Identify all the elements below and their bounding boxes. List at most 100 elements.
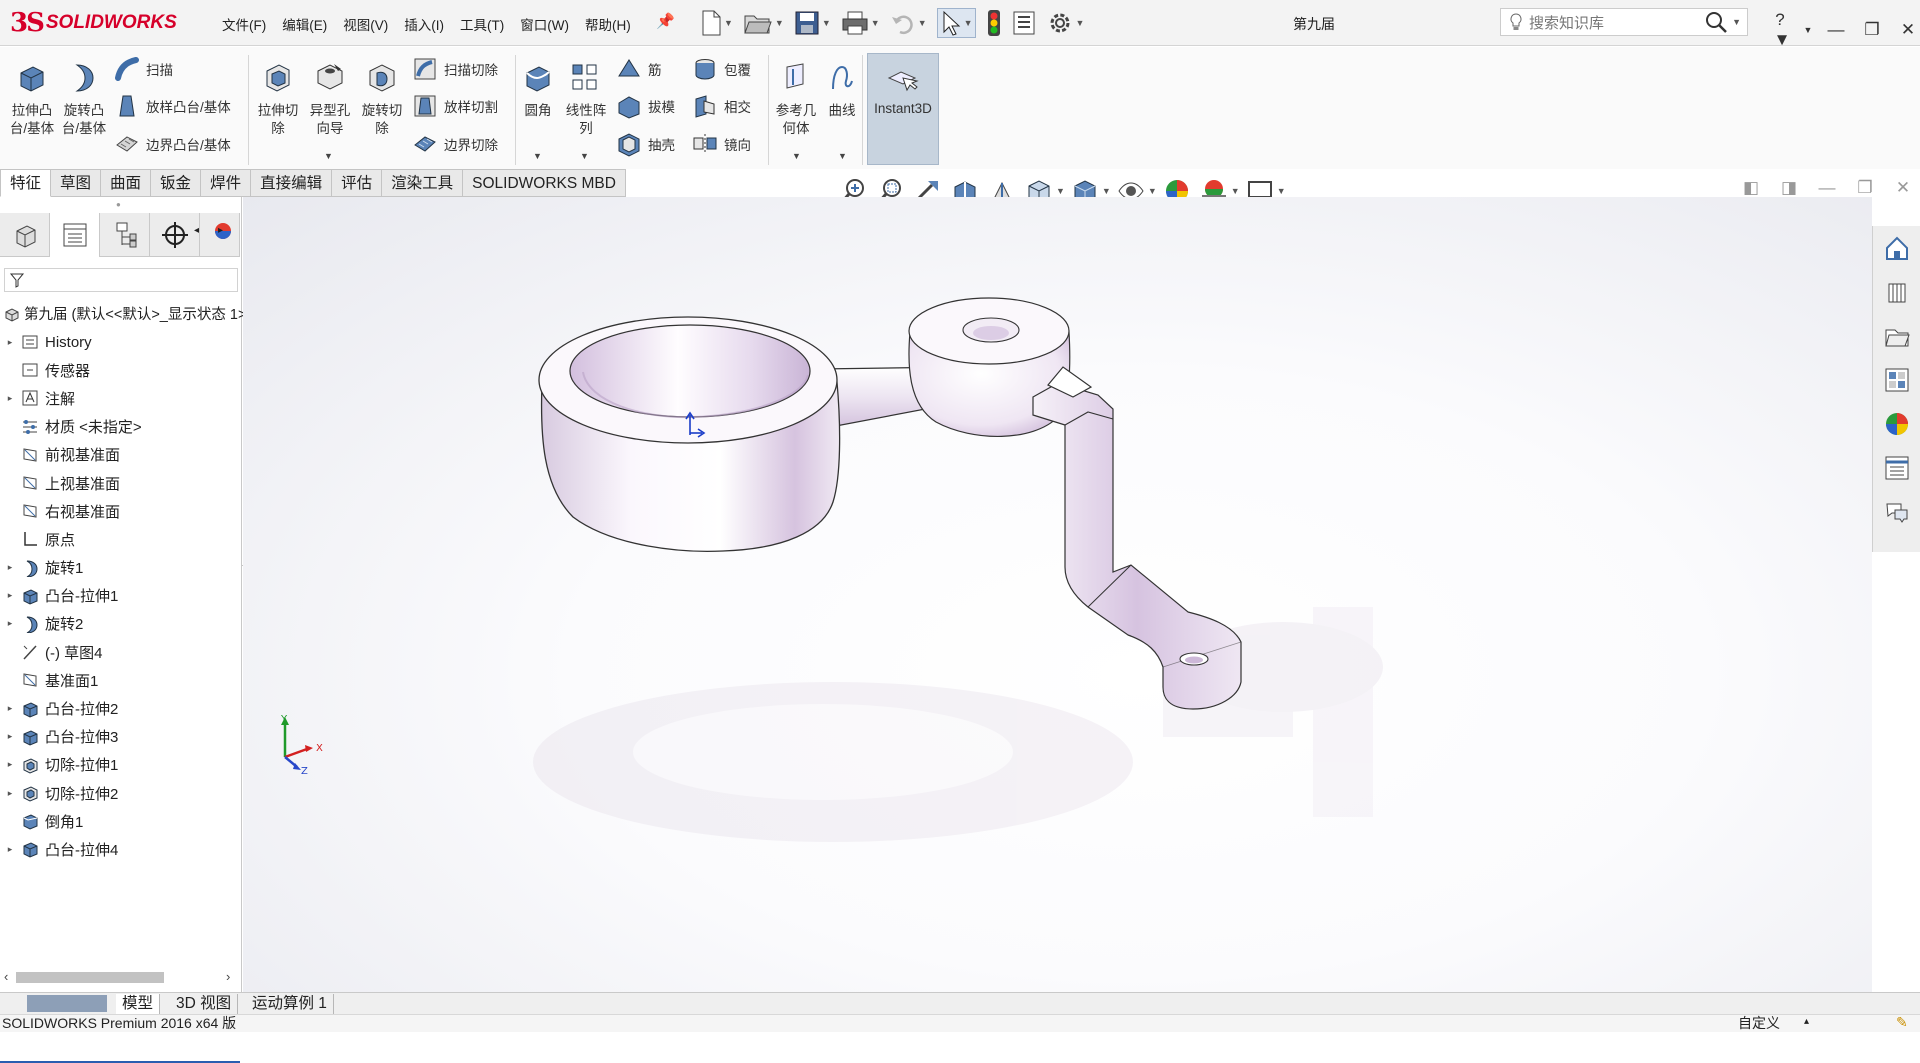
chevron-down-icon[interactable]: ▼: [580, 151, 589, 161]
tab-solidworks-mbd[interactable]: SOLIDWORKS MBD: [463, 169, 626, 197]
extrude-cut-button[interactable]: 拉伸切除: [252, 61, 304, 138]
menu-insert[interactable]: 插入(I): [404, 14, 444, 34]
rib-button[interactable]: 筋: [616, 55, 662, 83]
tab-direct-editing[interactable]: 直接编辑: [251, 169, 333, 197]
chevron-down-icon[interactable]: ▼: [1102, 186, 1111, 196]
select-button[interactable]: ▼: [936, 8, 976, 38]
linear-pattern-button[interactable]: 线性阵列: [560, 61, 612, 138]
panel-scroll-right-icon[interactable]: ▸: [218, 225, 223, 236]
panel-scroll-left-icon[interactable]: ◂: [194, 225, 199, 236]
tree-node[interactable]: 倒角1: [0, 807, 240, 835]
chevron-down-icon[interactable]: ▼: [964, 18, 973, 28]
new-document-button[interactable]: ▼: [700, 8, 733, 38]
file-properties-button[interactable]: [1012, 8, 1036, 38]
status-units-caret-icon[interactable]: ▴: [1804, 1013, 1809, 1030]
expand-arrow-icon[interactable]: ▸: [0, 759, 20, 770]
chevron-down-icon[interactable]: ▼: [1148, 186, 1157, 196]
file-explorer-button[interactable]: [1873, 314, 1920, 358]
tree-filter[interactable]: [4, 268, 238, 292]
chevron-down-icon[interactable]: ▼: [1056, 186, 1065, 196]
tab-sketch[interactable]: 草图: [51, 169, 102, 197]
tree-node[interactable]: ▸ 注解: [0, 384, 240, 412]
split-right-icon[interactable]: ◨: [1770, 178, 1808, 198]
status-edit-icon[interactable]: ✎: [1896, 1014, 1908, 1031]
open-button[interactable]: ▼: [743, 8, 784, 38]
menu-tools[interactable]: 工具(T): [460, 14, 504, 34]
expand-arrow-icon[interactable]: ▸: [0, 618, 20, 629]
fillet-button[interactable]: 圆角: [512, 61, 564, 120]
tree-root-part[interactable]: 第九届 (默认<<默认>_显示状态 1>): [4, 303, 251, 324]
options-button[interactable]: ▼: [1046, 8, 1084, 38]
chevron-down-icon[interactable]: ▼: [838, 151, 847, 161]
mirror-button[interactable]: 镜向: [692, 130, 751, 158]
tree-node[interactable]: 材质 <未指定>: [0, 413, 240, 441]
draft-button[interactable]: 拔模: [616, 92, 675, 120]
split-left-icon[interactable]: ◧: [1732, 178, 1770, 198]
menu-help[interactable]: 帮助(H): [585, 14, 631, 34]
model-view[interactable]: [243, 197, 1872, 992]
expand-arrow-icon[interactable]: ▸: [0, 590, 20, 601]
tree-node[interactable]: ▸ 凸台-拉伸3: [0, 723, 240, 751]
undo-button[interactable]: ▼: [890, 8, 927, 38]
forum-button[interactable]: [1873, 490, 1920, 534]
wrap-button[interactable]: 包覆: [692, 55, 751, 83]
tree-node[interactable]: ▸ 凸台-拉伸4: [0, 835, 240, 863]
display-manager-tab[interactable]: ◂ ▸: [194, 213, 240, 257]
shell-button[interactable]: 抽壳: [616, 130, 675, 158]
chevron-down-icon[interactable]: ▼: [822, 18, 831, 28]
expand-arrow-icon[interactable]: ▸: [0, 844, 20, 855]
scroll-thumb[interactable]: [16, 972, 164, 983]
tab-navigation-arrows[interactable]: [27, 995, 107, 1012]
scroll-right-icon[interactable]: ›: [226, 969, 230, 984]
chevron-down-icon[interactable]: ▼: [918, 18, 927, 28]
chevron-down-icon[interactable]: ▼: [1277, 186, 1286, 196]
solidworks-resources-button[interactable]: [1873, 226, 1920, 270]
tab-render-tools[interactable]: 渲染工具: [382, 169, 464, 197]
tree-node[interactable]: 上视基准面: [0, 469, 240, 497]
menu-edit[interactable]: 编辑(E): [282, 14, 327, 34]
expand-arrow-icon[interactable]: ▸: [0, 393, 20, 404]
revolve-boss-button[interactable]: 旋转凸台/基体: [58, 61, 110, 138]
tab-evaluate[interactable]: 评估: [332, 169, 383, 197]
help-button[interactable]: ?▼: [1762, 10, 1798, 50]
curves-button[interactable]: 曲线: [816, 61, 868, 120]
tree-node[interactable]: 传感器: [0, 356, 240, 384]
appearances-button[interactable]: [1873, 402, 1920, 446]
tree-node[interactable]: ▸ History: [0, 328, 240, 356]
tab-motion-study[interactable]: 运动算例 1: [246, 994, 334, 1014]
minimize-icon[interactable]: —: [1818, 20, 1854, 40]
viewport-close-icon[interactable]: ✕: [1884, 178, 1920, 198]
expand-arrow-icon[interactable]: ▸: [0, 788, 20, 799]
graphics-area[interactable]: Y X Z: [243, 197, 1872, 992]
tree-node[interactable]: ▸ 旋转2: [0, 610, 240, 638]
extrude-boss-button[interactable]: 拉伸凸台/基体: [6, 61, 58, 138]
tab-surfaces[interactable]: 曲面: [101, 169, 152, 197]
chevron-down-icon[interactable]: ▼: [775, 18, 784, 28]
dimxpert-tab[interactable]: [150, 213, 200, 257]
solidworks-logo[interactable]: 3S SOLIDWORKS: [10, 5, 196, 41]
tree-node[interactable]: (-) 草图4: [0, 638, 240, 666]
close-icon[interactable]: ✕: [1890, 20, 1920, 40]
chevron-down-icon[interactable]: ▼: [533, 151, 542, 161]
search-box[interactable]: 搜索知识库 ▼: [1500, 8, 1748, 36]
status-units[interactable]: 自定义: [1738, 1015, 1780, 1032]
tree-horizontal-scrollbar[interactable]: ‹ ›: [0, 968, 240, 986]
chevron-down-icon[interactable]: ▼: [724, 18, 733, 28]
reference-geometry-button[interactable]: 参考几何体: [770, 61, 822, 138]
revolve-cut-button[interactable]: 旋转切除: [356, 61, 408, 138]
tree-node[interactable]: ▸ 切除-拉伸2: [0, 779, 240, 807]
tab-3d-view[interactable]: 3D 视图: [170, 994, 239, 1014]
scroll-left-icon[interactable]: ‹: [4, 969, 8, 984]
expand-arrow-icon[interactable]: ▸: [0, 731, 20, 742]
property-manager-tab[interactable]: [50, 213, 100, 257]
boundary-cut-button[interactable]: 边界切除: [412, 130, 498, 158]
tree-node[interactable]: 基准面1: [0, 666, 240, 694]
tree-node[interactable]: 右视基准面: [0, 497, 240, 525]
tree-node[interactable]: ▸ 凸台-拉伸1: [0, 582, 240, 610]
tab-features[interactable]: 特征: [0, 169, 52, 197]
tree-node[interactable]: ▸ 切除-拉伸1: [0, 751, 240, 779]
chevron-down-icon[interactable]: ▼: [871, 18, 880, 28]
hole-wizard-button[interactable]: 异型孔向导: [304, 61, 356, 138]
chevron-down-icon[interactable]: ▼: [792, 151, 801, 161]
instant3d-toggle[interactable]: Instant3D: [867, 53, 939, 165]
